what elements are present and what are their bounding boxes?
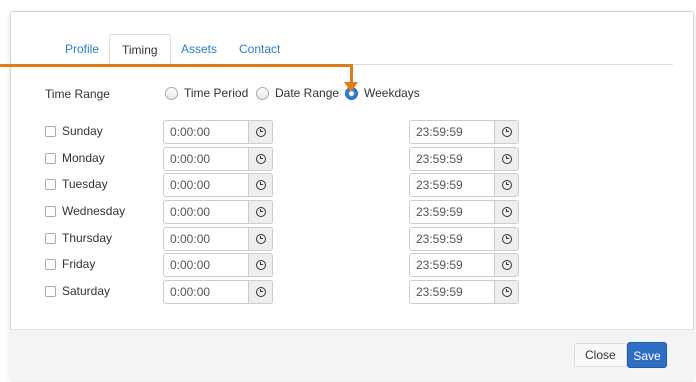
end-time-picker-button[interactable] bbox=[495, 200, 519, 224]
clock-icon bbox=[501, 287, 512, 297]
radio-label: Time Period bbox=[184, 86, 249, 100]
end-time-picker-button[interactable] bbox=[495, 280, 519, 304]
start-time-input[interactable]: 0:00:00 bbox=[163, 253, 249, 277]
clock-icon bbox=[255, 207, 266, 217]
end-time-input[interactable]: 23:59:59 bbox=[409, 227, 495, 251]
end-time-picker-button[interactable] bbox=[495, 253, 519, 277]
end-time-picker-button[interactable] bbox=[495, 120, 519, 144]
start-time-picker-button[interactable] bbox=[249, 227, 273, 251]
radio-label: Date Range bbox=[275, 86, 340, 100]
end-time-input[interactable]: 23:59:59 bbox=[409, 253, 495, 277]
clock-icon bbox=[501, 234, 512, 244]
end-time-input[interactable]: 23:59:59 bbox=[409, 147, 495, 171]
day-row-sunday: Sunday 0:00:00 23:59:59 bbox=[0, 120, 696, 146]
end-time-picker-button[interactable] bbox=[495, 173, 519, 197]
start-time-picker-button[interactable] bbox=[249, 280, 273, 304]
end-time-picker-button[interactable] bbox=[495, 147, 519, 171]
start-time-input[interactable]: 0:00:00 bbox=[163, 280, 249, 304]
clock-icon bbox=[501, 260, 512, 270]
day-checkbox[interactable] bbox=[45, 286, 56, 297]
dialog-footer: Close Save bbox=[10, 329, 694, 381]
clock-icon bbox=[255, 260, 266, 270]
start-time-input[interactable]: 0:00:00 bbox=[163, 147, 249, 171]
clock-icon bbox=[255, 180, 266, 190]
clock-icon bbox=[255, 154, 266, 164]
day-checkbox[interactable] bbox=[45, 259, 56, 270]
radio-label: Weekdays bbox=[364, 86, 420, 100]
clock-icon bbox=[255, 127, 266, 137]
end-time-picker-button[interactable] bbox=[495, 227, 519, 251]
annotation-arrowhead bbox=[344, 82, 358, 92]
tab-contact[interactable]: Contact bbox=[227, 34, 292, 65]
tab-profile[interactable]: Profile bbox=[53, 34, 111, 65]
start-time-picker-button[interactable] bbox=[249, 253, 273, 277]
day-row-monday: Monday 0:00:00 23:59:59 bbox=[0, 147, 696, 173]
radio-time-period[interactable]: Time Period bbox=[165, 86, 248, 100]
start-time-picker-button[interactable] bbox=[249, 173, 273, 197]
start-time-input[interactable]: 0:00:00 bbox=[163, 173, 249, 197]
clock-icon bbox=[501, 154, 512, 164]
day-checkbox[interactable] bbox=[45, 153, 56, 164]
day-label: Saturday bbox=[62, 284, 111, 298]
close-button[interactable]: Close bbox=[574, 343, 627, 367]
annotation-arrow bbox=[0, 64, 352, 67]
start-time-picker-button[interactable] bbox=[249, 200, 273, 224]
start-time-picker-button[interactable] bbox=[249, 120, 273, 144]
end-time-input[interactable]: 23:59:59 bbox=[409, 120, 495, 144]
day-label: Thursday bbox=[62, 231, 113, 245]
day-checkbox[interactable] bbox=[45, 126, 56, 137]
day-checkbox[interactable] bbox=[45, 206, 56, 217]
day-checkbox[interactable] bbox=[45, 179, 56, 190]
clock-icon bbox=[255, 287, 266, 297]
day-label: Wednesday bbox=[62, 204, 126, 218]
save-button[interactable]: Save bbox=[627, 342, 667, 368]
end-time-input[interactable]: 23:59:59 bbox=[409, 280, 495, 304]
end-time-input[interactable]: 23:59:59 bbox=[409, 200, 495, 224]
start-time-input[interactable]: 0:00:00 bbox=[163, 200, 249, 224]
clock-icon bbox=[501, 180, 512, 190]
clock-icon bbox=[255, 234, 266, 244]
day-row-saturday: Saturday 0:00:00 23:59:59 bbox=[0, 280, 696, 306]
day-row-wednesday: Wednesday 0:00:00 23:59:59 bbox=[0, 200, 696, 226]
day-row-thursday: Thursday 0:00:00 23:59:59 bbox=[0, 227, 696, 253]
clock-icon bbox=[501, 127, 512, 137]
radio-date-range[interactable]: Date Range bbox=[256, 86, 339, 100]
day-label: Sunday bbox=[62, 124, 103, 138]
tab-bar: Profile Timing Assets Contact bbox=[53, 34, 673, 66]
day-label: Friday bbox=[62, 257, 96, 271]
radio-button[interactable] bbox=[256, 86, 269, 100]
day-label: Monday bbox=[62, 151, 105, 165]
time-range-label: Time Range bbox=[45, 87, 110, 101]
start-time-picker-button[interactable] bbox=[249, 147, 273, 171]
day-checkbox[interactable] bbox=[45, 233, 56, 244]
tab-assets[interactable]: Assets bbox=[169, 34, 229, 65]
clock-icon bbox=[501, 207, 512, 217]
radio-button[interactable] bbox=[165, 86, 178, 100]
day-row-friday: Friday 0:00:00 23:59:59 bbox=[0, 253, 696, 279]
start-time-input[interactable]: 0:00:00 bbox=[163, 120, 249, 144]
end-time-input[interactable]: 23:59:59 bbox=[409, 173, 495, 197]
day-row-tuesday: Tuesday 0:00:00 23:59:59 bbox=[0, 173, 696, 199]
tab-timing[interactable]: Timing bbox=[109, 34, 171, 66]
annotation-arrow bbox=[350, 64, 353, 84]
day-label: Tuesday bbox=[62, 177, 108, 191]
start-time-input[interactable]: 0:00:00 bbox=[163, 227, 249, 251]
